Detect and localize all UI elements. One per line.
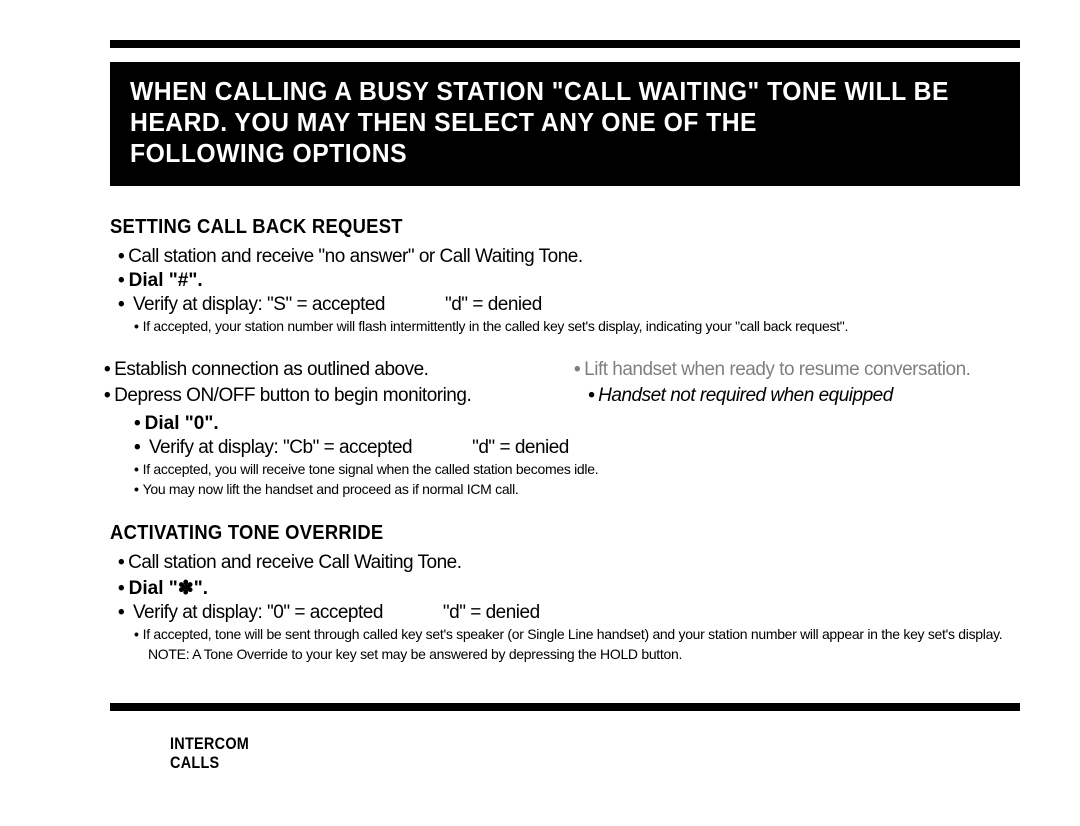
fragment-right: Lift handset when ready to resume conver… [580, 358, 1020, 410]
fragment-left: Establish connection as outlined above. … [110, 358, 550, 410]
fragment-region: Establish connection as outlined above. … [110, 358, 1020, 410]
hero-line-1: WHEN CALLING A BUSY STATION "CALL WAITIN… [130, 76, 957, 107]
middle-verify-a: Verify at display: "Cb" = accepted [149, 437, 412, 458]
frag-lift: Lift handset when ready to resume conver… [580, 358, 1020, 382]
page: WHEN CALLING A BUSY STATION "CALL WAITIN… [0, 0, 1080, 826]
footer-label: INTERCOM CALLS [110, 735, 1030, 772]
bottom-rule [110, 703, 1020, 711]
middle-verify-b: "d" = denied [472, 437, 569, 458]
callback-verify-b: "d" = denied [445, 294, 542, 315]
content: SETTING CALL BACK REQUEST Call station a… [110, 216, 1030, 664]
frag-handset-ital: Handset not required when equipped [580, 384, 1020, 408]
hero-line-3: FOLLOWING OPTIONS [130, 138, 957, 169]
middle-note-2: You may now lift the handset and proceed… [110, 481, 1020, 499]
middle-dial: Dial "0". [110, 413, 1020, 435]
footer-line-2: CALLS [170, 754, 901, 773]
tone-step-1: Call station and receive Call Waiting To… [110, 551, 1020, 575]
hero-box: WHEN CALLING A BUSY STATION "CALL WAITIN… [110, 62, 1020, 186]
callback-verify: Verify at display: "S" = accepted "d" = d… [110, 294, 1020, 316]
frag-depress: Depress ON/OFF button to begin monitorin… [110, 384, 550, 408]
footer-line-1: INTERCOM [170, 735, 901, 754]
tone-verify-b: "d" = denied [443, 602, 540, 623]
section-callback-steps: Call station and receive "no answer" or … [110, 245, 1020, 336]
section-callback-heading: SETTING CALL BACK REQUEST [110, 216, 947, 239]
tone-note-1: If accepted, tone will be sent through c… [110, 626, 1020, 644]
frag-establish: Establish connection as outlined above. [110, 358, 550, 382]
middle-verify: Verify at display: "Cb" = accepted "d" = … [110, 437, 1020, 459]
callback-step-1: Call station and receive "no answer" or … [110, 245, 1020, 269]
tone-note-2: NOTE: A Tone Override to your key set ma… [110, 646, 1020, 664]
tone-verify-a: Verify at display: "0" = accepted [133, 602, 383, 623]
middle-note-1: If accepted, you will receive tone signa… [110, 461, 1020, 479]
hero-line-2: HEARD. YOU MAY THEN SELECT ANY ONE OF TH… [130, 107, 957, 138]
top-rule [110, 40, 1020, 48]
tone-dial: Dial "✽". [110, 577, 1020, 600]
callback-dial: Dial "#". [110, 270, 1020, 292]
callback-verify-a: Verify at display: "S" = accepted [133, 294, 385, 315]
callback-note-1: If accepted, your station number will fl… [110, 318, 1020, 336]
middle-steps: Dial "0". Verify at display: "Cb" = acce… [110, 413, 1020, 498]
section-tone-steps: Call station and receive Call Waiting To… [110, 551, 1020, 663]
tone-verify: Verify at display: "0" = accepted "d" = d… [110, 602, 1020, 624]
section-tone-heading: ACTIVATING TONE OVERRIDE [110, 522, 947, 545]
